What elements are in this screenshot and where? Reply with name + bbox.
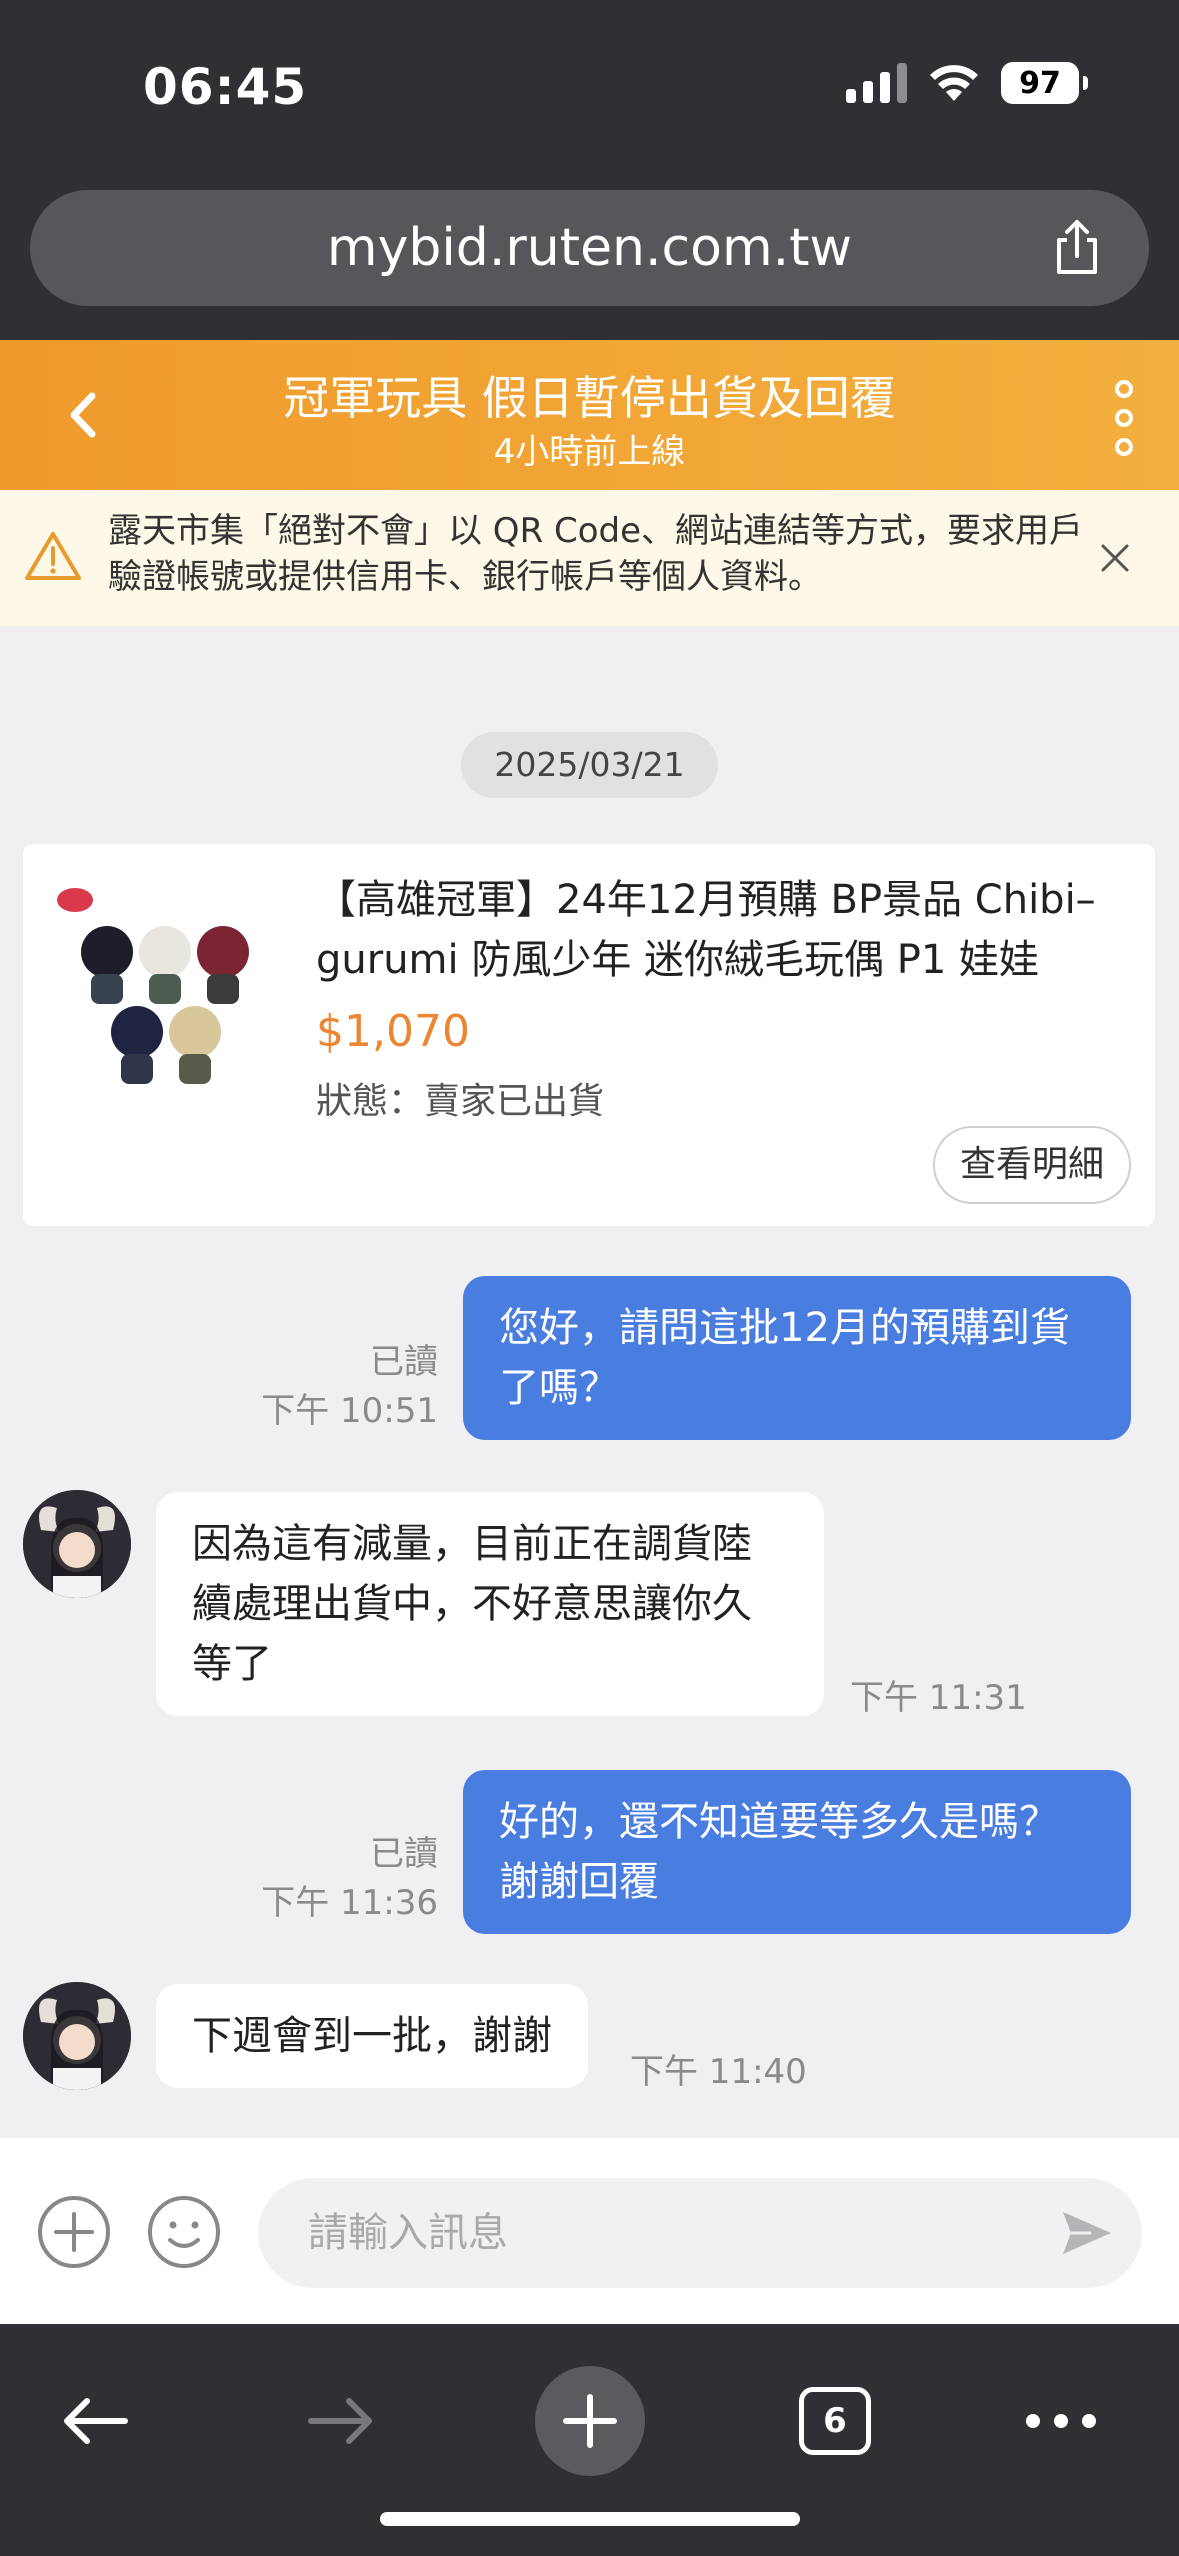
message-time: 下午 11:40	[630, 2052, 807, 2092]
message-time: 下午 10:51	[261, 1391, 438, 1431]
warning-text: 露天市集「絕對不會」以 QR Code、網站連結等方式，要求用戶驗證帳號或提供信…	[108, 511, 1084, 597]
online-status: 4小時前上線	[493, 432, 686, 472]
home-indicator	[380, 2512, 800, 2526]
right-arrow-icon	[308, 2398, 372, 2444]
browser-forward-button[interactable]	[286, 2366, 396, 2476]
view-details-button[interactable]: 查看明細	[933, 1126, 1131, 1204]
browser-menu-button[interactable]	[1006, 2366, 1116, 2476]
wifi-icon	[930, 65, 978, 101]
message-time: 下午 11:36	[261, 1883, 438, 1923]
seller-avatar[interactable]	[23, 1490, 131, 1598]
seller-avatar[interactable]	[23, 1982, 131, 2090]
product-price: $1,070	[316, 1006, 470, 1057]
chat-header: 冠軍玩具 假日暫停出貨及回覆 4小時前上線	[0, 340, 1179, 490]
outgoing-message: 您好，請問這批12月的預購到貨了嗎？	[463, 1276, 1131, 1440]
plus-icon	[563, 2394, 617, 2448]
browser-back-button[interactable]	[40, 2366, 150, 2476]
outgoing-message: 好的，還不知道要等多久是嗎？謝謝回覆	[463, 1770, 1131, 1934]
status-icons: 97	[846, 62, 1088, 104]
left-arrow-icon	[64, 2398, 128, 2444]
send-icon[interactable]	[1061, 2208, 1113, 2258]
url-text[interactable]: mybid.ruten.com.tw	[30, 218, 1149, 278]
battery-icon: 97	[1001, 62, 1088, 104]
shop-name: 冠軍玩具 假日暫停出貨及回覆	[283, 371, 896, 425]
incoming-message: 下週會到一批，謝謝	[156, 1984, 588, 2088]
browser-top-bar: 06:45 97 mybid.ruten.com.tw	[0, 0, 1179, 340]
read-receipt: 已讀	[370, 1342, 438, 1382]
message-meta: 已讀 下午 11:36	[230, 1826, 438, 1924]
security-warning-banner: 露天市集「絕對不會」以 QR Code、網站連結等方式，要求用戶驗證帳號或提供信…	[0, 490, 1179, 626]
status-time: 06:45	[143, 58, 308, 116]
message-time: 下午 11:31	[850, 1678, 1027, 1718]
message-composer	[0, 2138, 1179, 2324]
read-receipt: 已讀	[370, 1834, 438, 1874]
share-icon[interactable]	[1047, 218, 1107, 278]
new-tab-button[interactable]	[535, 2366, 645, 2476]
avatar-image	[23, 1490, 131, 1598]
message-meta: 已讀 下午 10:51	[230, 1334, 438, 1432]
date-divider: 2025/03/21	[461, 732, 718, 798]
tabs-button[interactable]: 6	[780, 2366, 890, 2476]
add-attachment-icon[interactable]	[36, 2194, 112, 2270]
url-bar[interactable]: mybid.ruten.com.tw	[30, 190, 1149, 306]
message-input[interactable]	[258, 2178, 1142, 2288]
order-status: 狀態：賣家已出貨	[316, 1081, 605, 1122]
tab-count: 6	[799, 2387, 871, 2455]
product-card[interactable]: 【高雄冠軍】24年12月預購 BP景品 Chibi–gurumi 防風少年 迷你…	[23, 844, 1155, 1226]
incoming-message: 因為這有減量，目前正在調貨陸續處理出貨中，不好意思讓你久等了	[156, 1492, 824, 1716]
product-title[interactable]: 【高雄冠軍】24年12月預購 BP景品 Chibi–gurumi 防風少年 迷你…	[316, 870, 1136, 990]
emoji-icon[interactable]	[146, 2194, 222, 2270]
warning-icon	[25, 532, 81, 580]
avatar-image	[23, 1982, 131, 2090]
product-image[interactable]	[45, 870, 285, 1110]
close-icon[interactable]	[1095, 538, 1135, 578]
cellular-signal-icon	[846, 63, 907, 103]
more-dots-icon	[1026, 2414, 1096, 2428]
more-options-icon[interactable]	[1109, 380, 1139, 456]
